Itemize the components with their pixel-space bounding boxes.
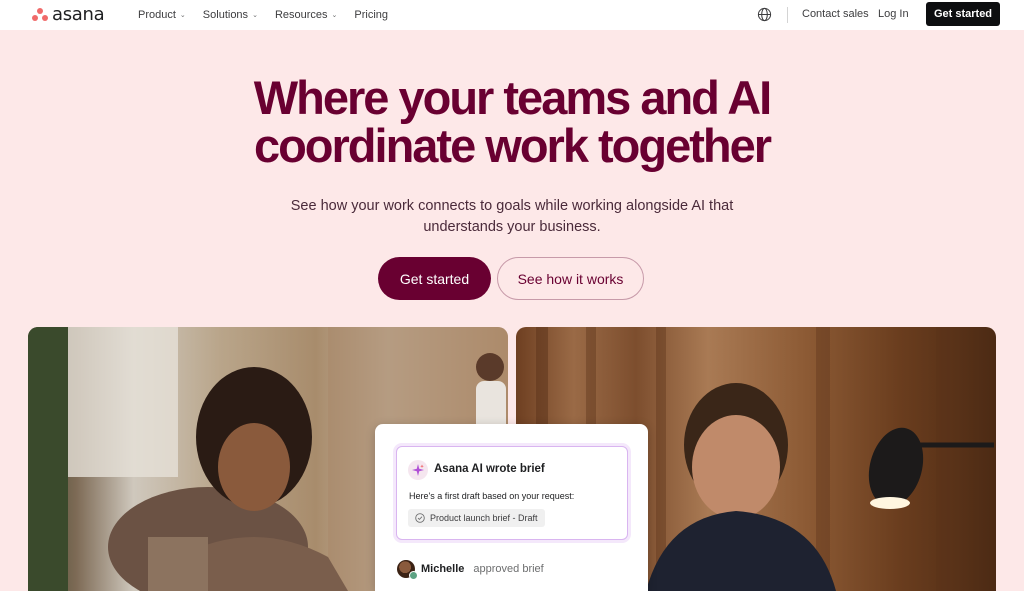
hero-subtitle: See how your work connects to goals whil… [0,196,1024,238]
hero-headline-line1: Where your teams and AI [253,71,772,124]
chevron-down-icon: ⌄ [179,12,186,19]
ai-brief-title: Asana AI wrote brief [434,463,545,475]
draft-chip-label: Product launch brief - Draft [430,513,538,523]
ai-brief-card: Asana AI wrote brief Here's a first draf… [375,424,648,591]
nav-links: Product ⌄ Solutions ⌄ Resources ⌄ Pricin… [138,0,388,30]
draft-chip[interactable]: Product launch brief - Draft [408,509,545,527]
nav-item-product[interactable]: Product ⌄ [138,9,186,21]
nav-item-pricing[interactable]: Pricing [354,9,388,21]
hero-subtitle-line1: See how your work connects to goals whil… [290,198,734,214]
nav-divider [787,7,788,23]
login-link[interactable]: Log In [878,8,909,20]
contact-sales-link[interactable]: Contact sales [802,8,869,20]
nav-item-solutions[interactable]: Solutions ⌄ [203,9,258,21]
globe-icon[interactable] [757,7,772,22]
top-nav: asana Product ⌄ Solutions ⌄ Resources ⌄ … [0,0,1024,30]
approval-row: Michelle approved brief [397,560,544,580]
nav-item-resources[interactable]: Resources ⌄ [275,9,337,21]
sparkle-icon [408,460,428,480]
see-how-it-works-button[interactable]: See how it works [497,257,644,300]
check-circle-icon [415,513,425,523]
chevron-down-icon: ⌄ [252,12,258,19]
approver-name: Michelle [421,563,465,575]
ai-brief-panel[interactable]: Asana AI wrote brief Here's a first draf… [396,446,628,540]
nav-item-label: Resources [274,9,328,21]
approver-action: approved brief [473,563,544,575]
hero-headline-line2: coordinate work together [253,119,772,172]
nav-item-label: Solutions [202,9,249,21]
nav-item-label: Pricing [354,9,389,21]
avatar [397,560,418,580]
nav-item-label: Product [138,9,176,21]
logo-dots-icon [32,8,48,22]
ai-brief-body: Here's a first draft based on your reque… [409,491,575,501]
hero-subtitle-line2: understands your business. [423,219,601,235]
asana-logo[interactable]: asana [32,4,105,25]
hero-headline: Where your teams and AI coordinate work … [0,74,1024,170]
nav-get-started-button[interactable]: Get started [926,2,1000,26]
chevron-down-icon: ⌄ [331,12,338,19]
approved-badge-icon [409,571,418,580]
logo-text: asana [52,4,105,25]
hero-get-started-button[interactable]: Get started [378,257,491,300]
